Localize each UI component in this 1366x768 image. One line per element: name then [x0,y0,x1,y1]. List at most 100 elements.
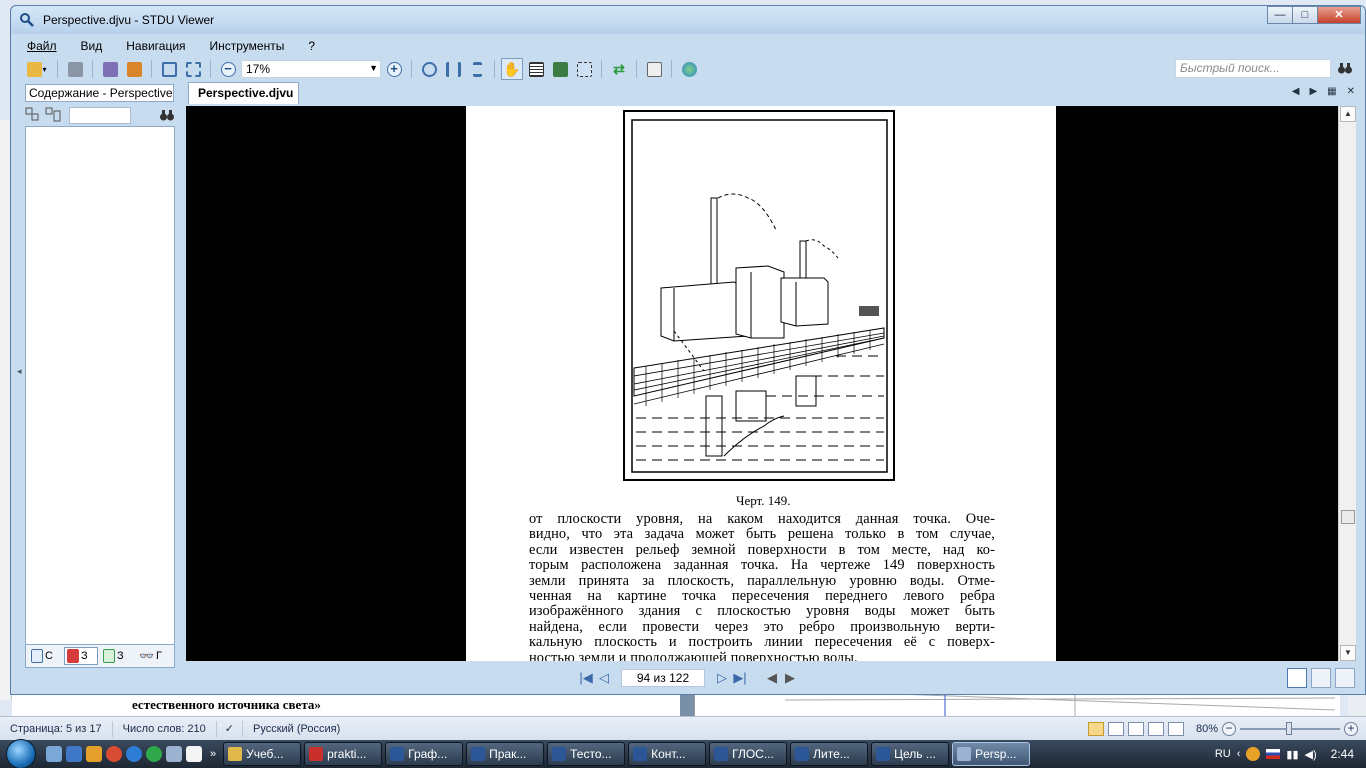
rotate-button[interactable]: ⇄ [608,58,630,80]
taskbar-button[interactable]: Лите... [790,742,869,766]
taskbar-button[interactable]: ГЛОС... [709,742,788,766]
tab-search[interactable]: 👓 Г [136,647,170,665]
taskbar-button[interactable]: Учеб... [223,742,302,766]
print-layout-view-icon[interactable] [1087,721,1104,736]
tab-next-icon[interactable]: ▶ [1309,86,1317,97]
minimize-button[interactable]: — [1267,6,1293,24]
zoom-in-button[interactable]: + [383,58,405,80]
vertical-scrollbar[interactable]: ▲ ▼ [1338,106,1356,661]
draft-view-icon[interactable] [1167,721,1184,736]
pages-button[interactable] [643,58,665,80]
continuous-layout-icon[interactable] [1311,668,1331,688]
desktop-icon[interactable] [46,746,62,762]
taskbar-button[interactable]: Граф... [385,742,464,766]
tab-thumbnails[interactable]: З [100,647,134,665]
document-view[interactable]: Черт. 149. от плоскости уровня, на каком… [186,106,1338,661]
title-bar[interactable]: Perspective.djvu - STDU Viewer — □ ✕ [11,6,1365,34]
menu-navigation[interactable]: Навигация [114,39,197,53]
menu-help[interactable]: ? [296,39,327,53]
maximize-button[interactable]: □ [1292,6,1318,24]
explorer-icon[interactable] [66,746,82,762]
history-back-icon[interactable]: ◀ [763,669,781,687]
single-page-layout-icon[interactable] [1287,668,1307,688]
taskbar-button[interactable]: prakti... [304,742,383,766]
hand-tool-button[interactable]: ✋ [501,58,523,80]
image-select-button[interactable] [549,58,571,80]
tab-list-icon[interactable]: ▦ [1327,86,1336,97]
chrome-icon[interactable] [106,746,122,762]
tab-bookmarks[interactable]: З [64,647,98,665]
sidebar-collapse-icon[interactable]: ◂ [17,366,22,377]
tab-contents[interactable]: С [28,647,62,665]
scroll-up-icon[interactable]: ▲ [1340,106,1356,122]
quick-search-input[interactable]: Быстрый поиск... [1175,59,1331,78]
first-page-icon[interactable]: |◀ [577,669,595,687]
yandex-icon[interactable] [1246,747,1261,761]
copy-button[interactable] [158,58,180,80]
zoom-select-button[interactable] [573,58,595,80]
zoom-out-icon[interactable]: − [1222,721,1236,736]
fit-height-button[interactable] [466,58,488,80]
chevron-down-icon[interactable]: ▼ [369,63,378,73]
spellcheck-icon[interactable]: ✓ [217,720,244,737]
sidebar-search-input[interactable] [69,106,131,124]
menu-view[interactable]: Вид [69,39,115,53]
binoculars-icon[interactable] [1337,60,1353,76]
tab-prev-icon[interactable]: ◀ [1292,86,1300,97]
scroll-down-icon[interactable]: ▼ [1340,645,1356,661]
outline-view-icon[interactable] [1147,721,1164,736]
flag-icon[interactable] [1266,749,1281,759]
status-language[interactable]: Русский (Россия) [243,721,350,737]
menu-file[interactable]: Файл [15,39,69,53]
facing-layout-icon[interactable] [1335,668,1355,688]
scrollbar-thumb[interactable] [1341,510,1355,524]
expand-all-icon[interactable] [25,107,41,123]
close-button[interactable]: ✕ [1317,6,1361,24]
taskbar-button[interactable]: Тесто... [547,742,626,766]
zoom-out-button[interactable]: − [217,58,239,80]
reading-view-icon[interactable] [1107,721,1124,736]
text-select-button[interactable] [525,58,547,80]
fit-width-button[interactable] [442,58,464,80]
web-view-icon[interactable] [1127,721,1144,736]
history-forward-icon[interactable]: ▶ [781,669,799,687]
status-word-count[interactable]: Число слов: 210 [113,720,217,737]
utorrent-icon[interactable] [146,746,162,762]
fit-page-button[interactable] [418,58,440,80]
contents-panel[interactable] [25,126,175,646]
collapse-all-icon[interactable] [45,107,61,123]
document-icon[interactable] [186,746,202,762]
taskbar-button[interactable]: Конт... [628,742,707,766]
language-indicator[interactable]: RU [1215,748,1231,760]
media-player-icon[interactable] [86,746,102,762]
tray-expand-icon[interactable]: ‹ [1237,748,1241,760]
start-button[interactable] [0,739,42,768]
select-button[interactable] [182,58,204,80]
zoom-in-icon[interactable]: + [1344,721,1358,736]
open-button[interactable]: ▾ [23,58,51,80]
print-button[interactable] [64,58,86,80]
clock[interactable]: 2:44 [1331,747,1354,761]
taskbar-button-active[interactable]: Persp... [952,742,1031,766]
zoom-level[interactable]: 80% [1196,723,1218,735]
quick-launch-more-icon[interactable]: » [210,748,216,760]
zoom-slider[interactable] [1240,721,1340,735]
ie-icon[interactable] [126,746,142,762]
menu-tools[interactable]: Инструменты [198,39,297,53]
export-image-button[interactable] [99,58,121,80]
sidebar-tab-contents[interactable]: Содержание - Perspective.djvu [25,84,174,102]
web-button[interactable] [678,58,700,80]
network-icon[interactable]: ▮▮ [1286,748,1298,761]
volume-icon[interactable]: ◀) [1305,748,1317,761]
tab-close-icon[interactable]: ✕ [1347,86,1355,97]
prev-page-icon[interactable]: ◁ [595,669,613,687]
last-page-icon[interactable]: ▶| [731,669,749,687]
stdu-icon[interactable] [166,746,182,762]
edit-button[interactable] [123,58,145,80]
page-number-input[interactable]: 94 из 122 [621,669,705,687]
next-page-icon[interactable]: ▷ [713,669,731,687]
binoculars-icon[interactable] [159,107,175,123]
tab-document[interactable]: Perspective.djvu [188,82,299,104]
taskbar-button[interactable]: Цель ... [871,742,950,766]
zoom-slider-thumb[interactable] [1286,721,1292,735]
